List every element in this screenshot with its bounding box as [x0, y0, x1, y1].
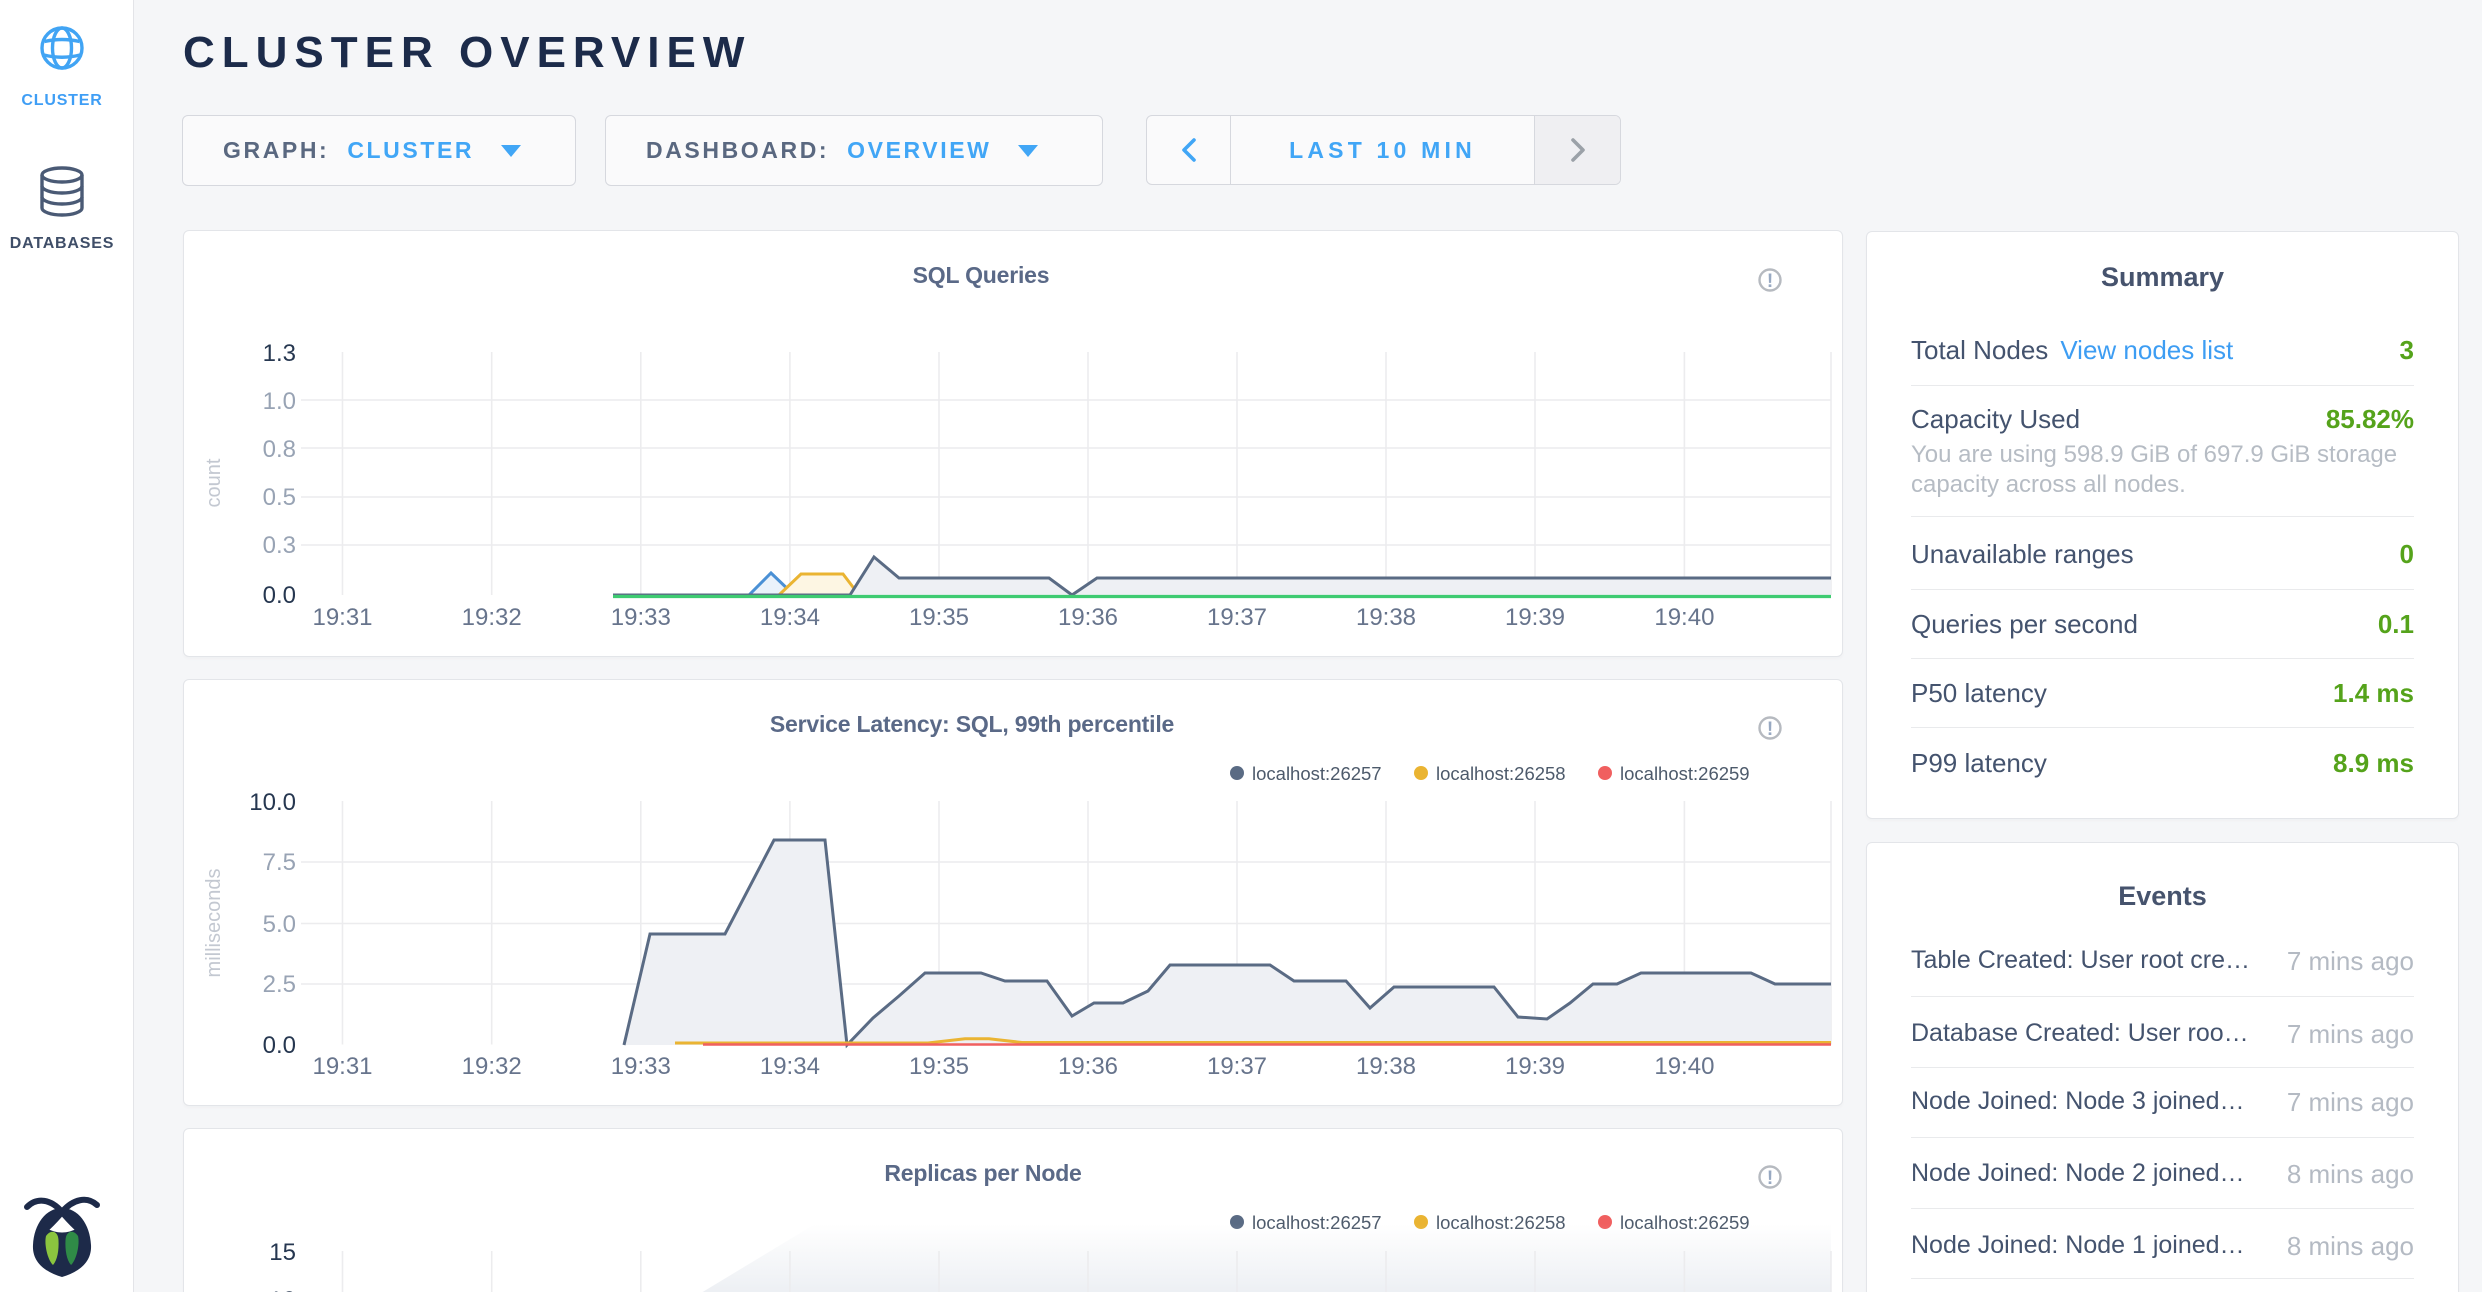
svg-text:19:32: 19:32	[462, 1053, 522, 1080]
svg-text:1.0: 1.0	[263, 388, 296, 415]
svg-text:19:37: 19:37	[1207, 604, 1267, 631]
svg-text:19:33: 19:33	[611, 604, 671, 631]
svg-text:19:40: 19:40	[1654, 1053, 1714, 1080]
svg-text:19:35: 19:35	[909, 604, 969, 631]
svg-text:0.0: 0.0	[263, 1032, 296, 1059]
svg-text:Service Latency: SQL, 99th per: Service Latency: SQL, 99th percentile	[770, 711, 1174, 737]
svg-text:localhost:26257: localhost:26257	[1252, 763, 1382, 784]
svg-text:15: 15	[269, 1239, 296, 1266]
svg-text:19:33: 19:33	[611, 1053, 671, 1080]
svg-text:7.5: 7.5	[263, 849, 296, 876]
svg-text:10.0: 10.0	[249, 789, 296, 816]
svg-text:2.5: 2.5	[263, 971, 296, 998]
svg-text:milliseconds: milliseconds	[203, 869, 225, 978]
svg-text:localhost:26258: localhost:26258	[1436, 763, 1566, 784]
svg-text:1.3: 1.3	[263, 340, 296, 367]
svg-text:19:36: 19:36	[1058, 604, 1118, 631]
svg-text:19:38: 19:38	[1356, 1053, 1416, 1080]
svg-text:0.5: 0.5	[263, 484, 296, 511]
svg-text:count: count	[203, 458, 225, 507]
svg-text:localhost:26259: localhost:26259	[1620, 763, 1750, 784]
svg-text:0.0: 0.0	[263, 582, 296, 609]
svg-text:19:32: 19:32	[462, 604, 522, 631]
svg-text:!: !	[1767, 1168, 1773, 1189]
svg-text:19:31: 19:31	[312, 604, 372, 631]
svg-text:SQL Queries: SQL Queries	[913, 262, 1050, 288]
svg-text:19:34: 19:34	[760, 604, 820, 631]
svg-text:10: 10	[269, 1287, 296, 1292]
svg-text:5.0: 5.0	[263, 911, 296, 938]
svg-text:19:37: 19:37	[1207, 1053, 1267, 1080]
svg-text:19:34: 19:34	[760, 1053, 820, 1080]
svg-text:19:36: 19:36	[1058, 1053, 1118, 1080]
svg-text:!: !	[1767, 271, 1773, 292]
svg-text:19:39: 19:39	[1505, 604, 1565, 631]
svg-text:19:39: 19:39	[1505, 1053, 1565, 1080]
svg-text:0.8: 0.8	[263, 436, 296, 463]
svg-text:19:35: 19:35	[909, 1053, 969, 1080]
svg-text:!: !	[1767, 719, 1773, 740]
svg-text:19:40: 19:40	[1654, 604, 1714, 631]
svg-text:19:31: 19:31	[312, 1053, 372, 1080]
svg-text:19:38: 19:38	[1356, 604, 1416, 631]
svg-text:Replicas per Node: Replicas per Node	[884, 1160, 1081, 1186]
svg-text:0.3: 0.3	[263, 532, 296, 559]
